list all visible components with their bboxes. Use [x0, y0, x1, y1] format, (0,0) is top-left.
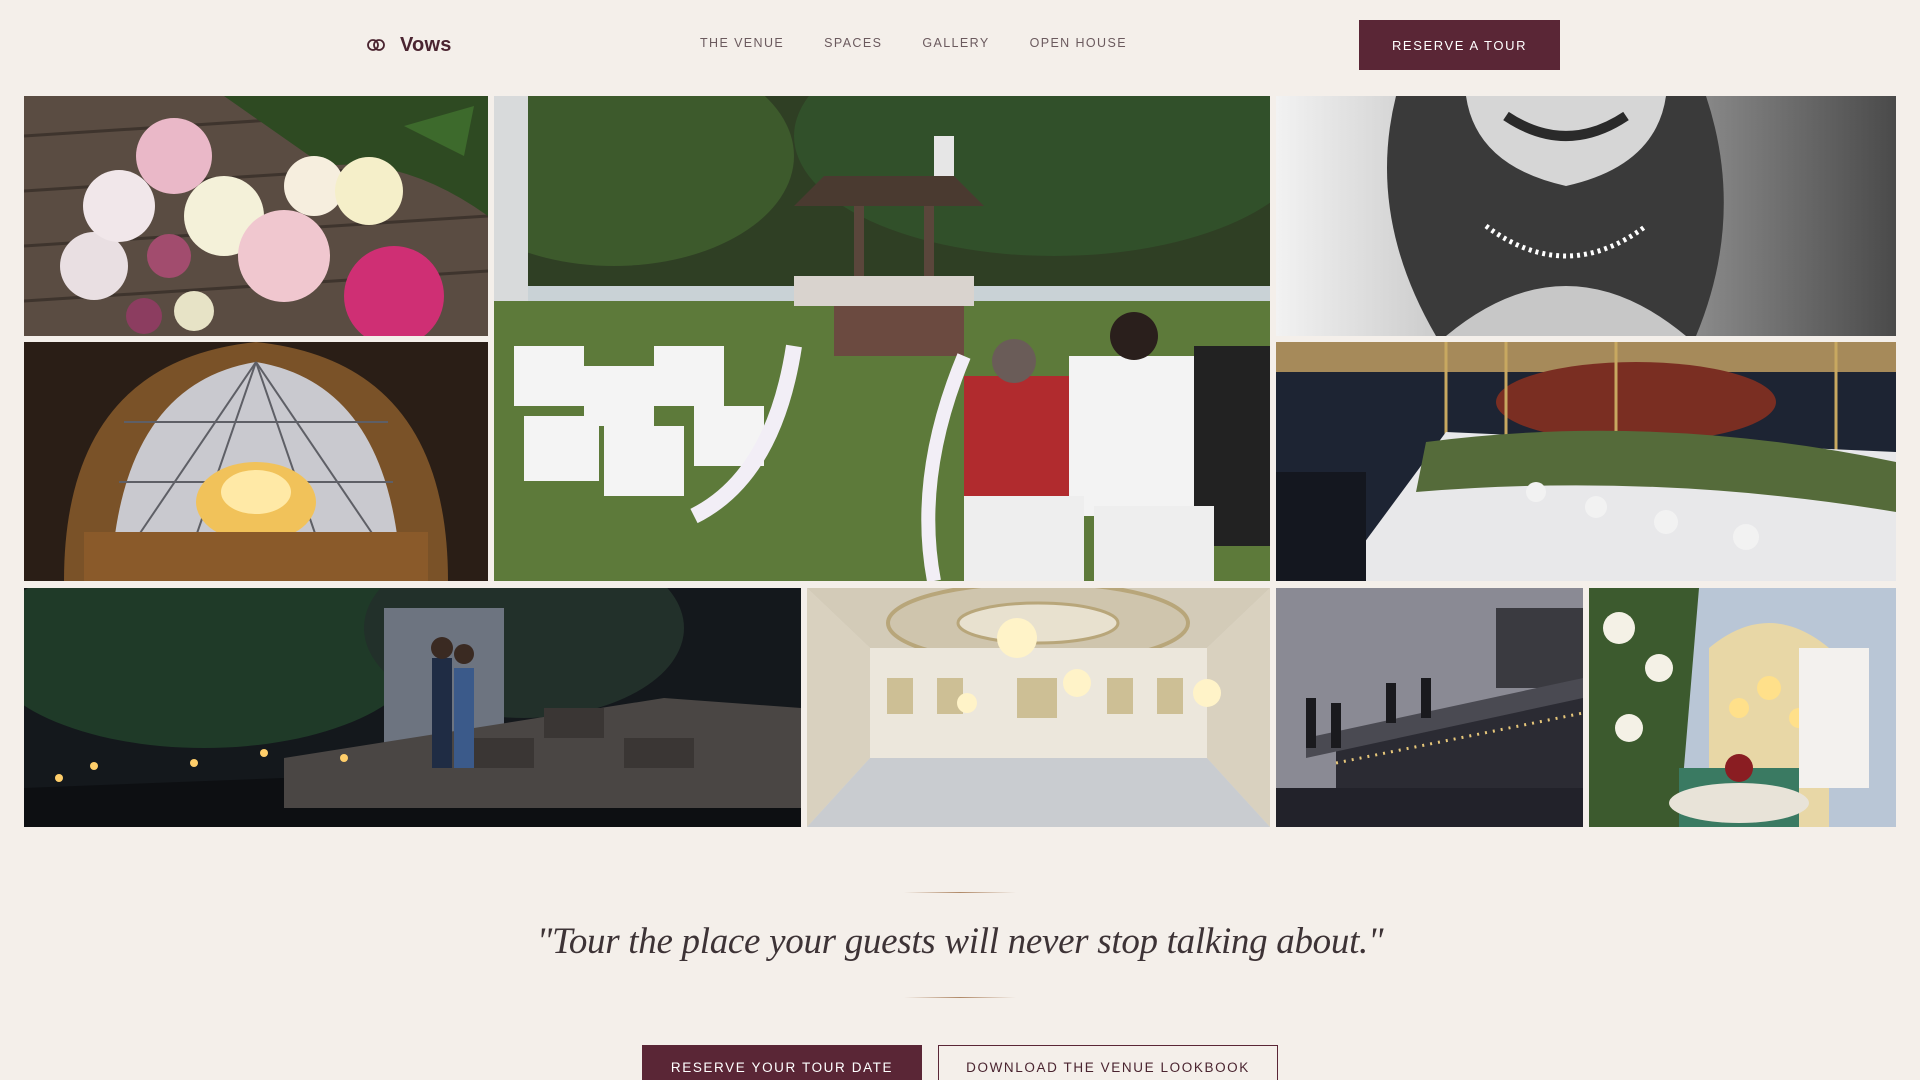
reserve-tour-button[interactable]: RESERVE A TOUR [1359, 20, 1560, 70]
brand-logo[interactable]: Vows [366, 30, 452, 60]
quote-divider-top [904, 892, 1016, 893]
garden-gazebo-ceremony-photo[interactable] [494, 96, 1270, 581]
nav-link-spaces[interactable]: SPACES [824, 36, 882, 50]
nav-link-gallery[interactable]: GALLERY [922, 36, 989, 50]
nav-link-open-house[interactable]: OPEN HOUSE [1030, 36, 1127, 50]
brand-name: Vows [400, 33, 452, 56]
rings-icon [366, 38, 386, 52]
long-banquet-table-photo[interactable] [1276, 342, 1896, 581]
smiling-woman-pearls-photo[interactable] [1276, 96, 1896, 336]
grand-ballroom-photo[interactable] [807, 588, 1270, 827]
tour-quote: "Tour the place your guests will never s… [536, 921, 1384, 962]
floral-wedding-arch-photo[interactable] [1589, 588, 1896, 827]
download-lookbook-button[interactable]: DOWNLOAD THE VENUE LOOKBOOK [938, 1045, 1278, 1080]
quote-divider-bottom [904, 997, 1016, 998]
nav-links: THE VENUE SPACES GALLERY OPEN HOUSE [700, 36, 1127, 50]
rooftop-terrace-dusk-photo[interactable] [1276, 588, 1583, 827]
glass-dome-chandelier-photo[interactable] [24, 342, 488, 581]
couple-stone-steps-photo[interactable] [24, 588, 801, 827]
peony-bouquet-photo[interactable] [24, 96, 488, 336]
top-navigation: Vows THE VENUE SPACES GALLERY OPEN HOUSE… [0, 0, 1920, 90]
nav-link-the-venue[interactable]: THE VENUE [700, 36, 784, 50]
reserve-tour-date-button[interactable]: RESERVE YOUR TOUR DATE [642, 1045, 922, 1080]
